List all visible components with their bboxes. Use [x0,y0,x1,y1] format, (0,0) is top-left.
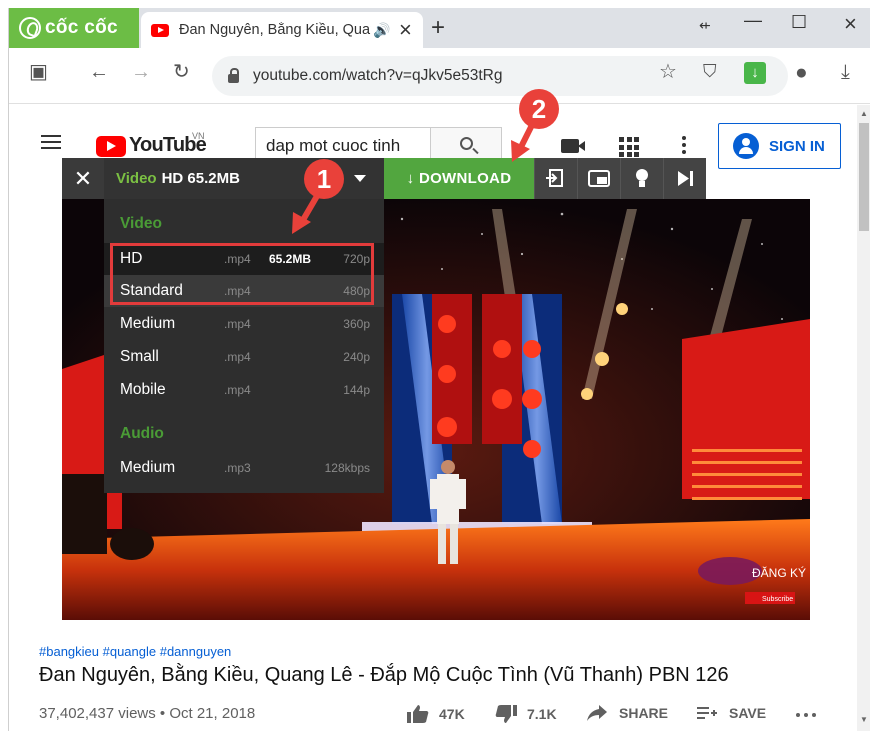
option-ext: .mp4 [224,350,251,364]
hashtags[interactable]: #bangkieu #quangle #dannguyen [39,644,231,659]
option-medium[interactable]: Medium .mp4 360p [104,308,384,340]
option-quality: Mobile [120,381,166,398]
like-button[interactable]: 47K [407,705,465,723]
video-meta: 37,402,437 views • Oct 21, 2018 [39,705,256,722]
option-quality: Medium [120,459,176,476]
option-ext: .mp4 [224,317,251,331]
playlist-add-icon [697,707,717,719]
option-quality: Medium [120,315,176,332]
option-res: 144p [343,383,370,397]
like-count: 47K [439,706,465,722]
scroll-down-icon[interactable]: ▼ [860,715,868,724]
watermark-text: ĐĂNG KÝ [752,565,806,580]
annotation-arrows [292,123,535,234]
option-ext: .mp3 [224,461,251,475]
dislike-count: 7.1K [527,706,557,722]
thumbs-up-icon [407,705,429,723]
watermark-subscribe: Subscribe [762,596,793,603]
option-mobile[interactable]: Mobile .mp4 144p [104,374,384,406]
thumbs-down-icon [495,705,517,723]
save-label: SAVE [729,705,767,721]
dislike-button[interactable]: 7.1K [495,705,557,723]
option-audio-medium[interactable]: Medium .mp3 128kbps [104,452,384,484]
option-small[interactable]: Small .mp4 240p [104,341,384,373]
browser-window: cốc cốc Đan Nguyên, Bằng Kiều, Quang Lê … [8,8,870,731]
step-2-badge: 2 [519,89,559,129]
option-ext: .mp4 [224,383,251,397]
share-label: SHARE [619,705,669,721]
video-title: Đan Nguyên, Bằng Kiều, Quang Lê - Đắp Mộ… [39,664,729,686]
option-res: 360p [343,317,370,331]
step-1-badge: 1 [304,159,344,199]
share-icon [587,705,607,721]
group-audio-title: Audio [120,425,164,442]
save-button[interactable]: SAVE [697,705,766,721]
option-quality: Small [120,348,159,365]
option-res: 128kbps [324,461,370,475]
share-button[interactable]: SHARE [587,705,668,721]
more-actions-icon[interactable] [796,713,816,717]
option-res: 240p [343,350,370,364]
